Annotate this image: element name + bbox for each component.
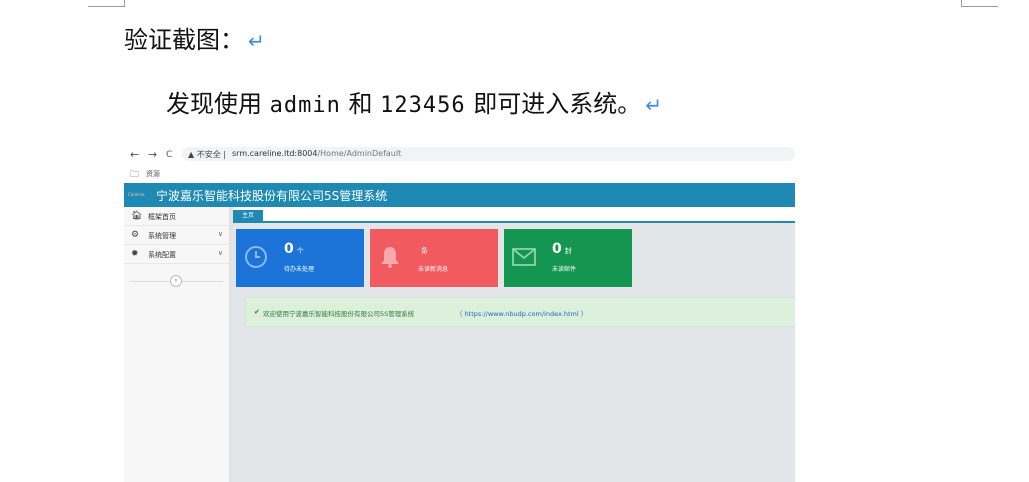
card-count: 条 xyxy=(418,241,428,257)
gear-icon: ✹ xyxy=(131,249,139,259)
sidebar-item-label: 框架首页 xyxy=(148,213,176,221)
count-unit: 条 xyxy=(421,247,428,255)
envelope-icon xyxy=(512,248,536,266)
browser-toolbar: ← → C ▲ 不安全 | srm.careline.ltd:8004/Home… xyxy=(124,145,795,165)
para-text-before: 发现使用 xyxy=(166,90,270,118)
url-host: srm.careline.ltd:8004 xyxy=(232,149,318,158)
forward-icon[interactable]: → xyxy=(148,148,157,161)
pending-tasks-card[interactable]: 0个 待办未处理 xyxy=(236,229,364,287)
gears-icon: ⚙ xyxy=(131,230,140,240)
tab-home[interactable]: 主页 xyxy=(233,210,263,221)
bookmark-label[interactable]: 资源 xyxy=(146,169,160,179)
count-unit: 个 xyxy=(296,247,304,255)
username-text: admin xyxy=(269,93,341,118)
card-label: 待办未处理 xyxy=(284,266,315,273)
card-count: 0个 xyxy=(284,241,304,257)
home-icon: 🏠︎ xyxy=(131,211,143,221)
card-count: 0封 xyxy=(552,241,572,257)
chevron-down-icon: ∨ xyxy=(217,249,223,257)
bell-icon xyxy=(381,247,399,268)
url-text: srm.careline.ltd:8004/Home/AdminDefault xyxy=(232,149,401,158)
para-text-mid: 和 xyxy=(340,90,381,118)
app-title: 宁波嘉乐智能科技股份有限公司5S管理系统 xyxy=(156,189,388,203)
crop-mark-left xyxy=(88,0,125,7)
sidebar-item-home[interactable]: 🏠︎ 框架首页 xyxy=(124,207,229,226)
address-bar[interactable]: ▲ 不安全 | srm.careline.ltd:8004/Home/Admin… xyxy=(182,147,795,161)
sidebar-item-label: 系统配置 xyxy=(148,251,176,259)
security-warning[interactable]: ▲ 不安全 | xyxy=(188,149,226,160)
count-unit: 封 xyxy=(564,247,572,255)
unread-messages-card[interactable]: 条 未读新消息 xyxy=(370,229,498,287)
paragraph-mark: ↵ xyxy=(645,93,663,117)
reload-icon[interactable]: C xyxy=(166,150,172,160)
para-text-after: 即可进入系统。 xyxy=(465,90,642,118)
folder-icon[interactable]: 🗀 xyxy=(130,167,139,183)
paragraph-mark: ↵ xyxy=(248,29,265,53)
collapse-sidebar-button[interactable]: « xyxy=(170,275,182,287)
section-heading: 验证截图： ↵ xyxy=(124,20,265,55)
bookmarks-bar: 🗀 资源 xyxy=(124,165,795,181)
password-text: 123456 xyxy=(380,93,466,118)
welcome-banner: ✔ 欢迎使用宁波嘉乐智能科技股份有限公司5S管理系统 （ https://www… xyxy=(245,297,795,327)
chevron-down-icon: ∨ xyxy=(217,230,223,238)
sidebar: 🏠︎ 框架首页 ⚙ 系统管理 ∨ ✹ 系统配置 ∨ « xyxy=(124,207,233,482)
finding-paragraph: 发现使用 admin 和 123456 即可进入系统。 ↵ xyxy=(166,84,662,119)
card-label: 未读新消息 xyxy=(418,266,449,273)
main-content: 主页 0个 待办未处理 条 未读新消息 0封 未读邮件 ✔ 欢迎使用宁波嘉乐智能… xyxy=(233,207,795,482)
url-path: /Home/AdminDefault xyxy=(317,149,402,158)
count-value: 0 xyxy=(552,241,562,257)
company-logo: Careline xyxy=(128,192,145,197)
card-label: 未读邮件 xyxy=(552,266,577,273)
tab-bar: 主页 xyxy=(233,207,795,223)
sidebar-item-label: 系统管理 xyxy=(148,232,176,240)
count-value: 0 xyxy=(284,241,294,257)
embedded-screenshot: ← → C ▲ 不安全 | srm.careline.ltd:8004/Home… xyxy=(124,145,795,482)
welcome-message: 欢迎使用宁波嘉乐智能科技股份有限公司5S管理系统 xyxy=(263,310,415,318)
website-link[interactable]: （ https://www.nbudp.com/index.html ） xyxy=(456,308,587,318)
check-icon: ✔ xyxy=(254,308,260,316)
sidebar-item-system-management[interactable]: ⚙ 系统管理 ∨ xyxy=(124,226,229,245)
heading-text: 验证截图： xyxy=(124,26,244,54)
unread-mail-card[interactable]: 0封 未读邮件 xyxy=(504,229,632,287)
back-icon[interactable]: ← xyxy=(130,148,139,161)
sidebar-item-system-config[interactable]: ✹ 系统配置 ∨ xyxy=(124,245,229,264)
clock-icon xyxy=(245,246,267,268)
app-header: Careline 宁波嘉乐智能科技股份有限公司5S管理系统 xyxy=(124,183,795,207)
crop-mark-right xyxy=(961,0,998,7)
